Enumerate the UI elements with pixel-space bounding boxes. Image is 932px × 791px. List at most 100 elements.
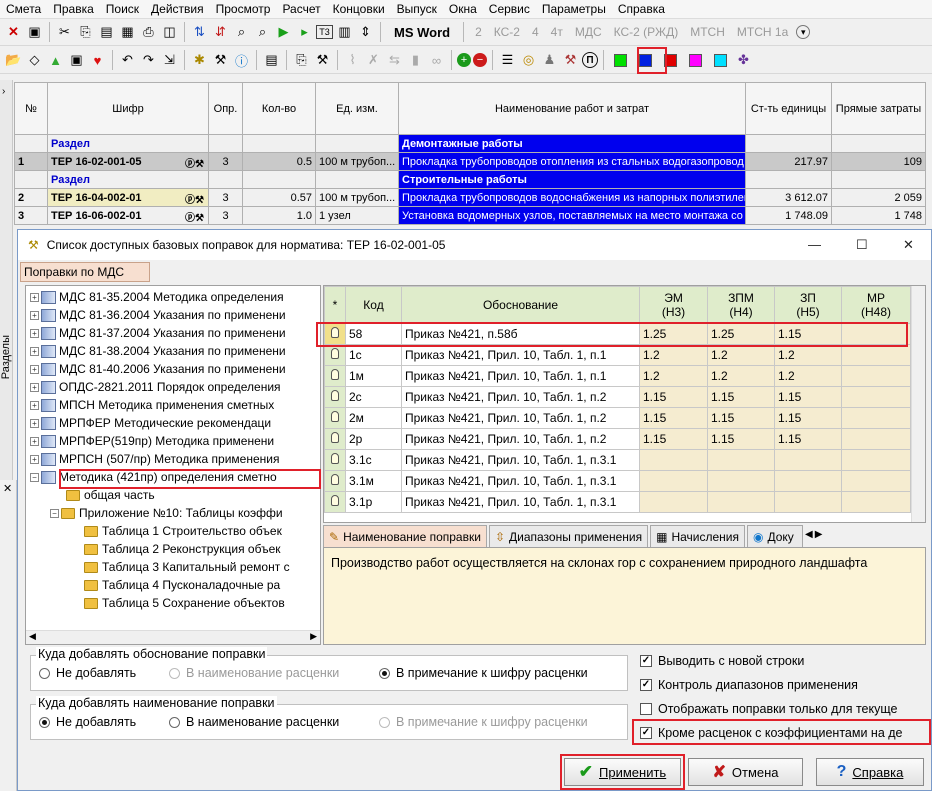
menu-item[interactable]: Расчет [276,2,326,16]
tree-hscrollbar[interactable]: ◀ ▶ [26,630,320,644]
tree-node[interactable]: + ОПДС-2821.2011 Порядок определения [30,380,281,394]
radio-option[interactable]: Не добавлять [39,666,136,680]
grid-row[interactable]: 3.1р Приказ №421, Прил. 10, Табл. 1, п.3… [324,491,911,513]
tree-node[interactable]: + МДС 81-40.2006 Указания по применени [30,362,286,376]
sort-reverse-icon[interactable]: ⇵ [211,23,230,42]
tab-docs[interactable]: ◉ Доку [747,525,803,547]
row-indicator[interactable] [324,386,346,408]
column-header[interactable]: Прямые затраты [831,82,926,135]
tree-node[interactable]: общая часть [66,488,155,502]
menu-item[interactable]: Концовки [327,2,391,16]
doc-gray-icon[interactable]: ▮ [406,51,425,70]
expand-icon[interactable]: + [30,346,39,356]
coins-icon[interactable]: ◎ [519,51,538,70]
sort-icon[interactable]: ⇅ [190,23,209,42]
help-button[interactable]: ? Справка [816,758,924,786]
updown-icon[interactable]: ⇕ [356,23,375,42]
column-header[interactable]: Ст-ть единицы [745,82,832,135]
expand-icon[interactable]: + [30,454,39,464]
tab-mds-corrections[interactable]: Поправки по МДС [20,262,150,282]
option-checkbox[interactable]: ✓ Контроль диапазонов применения [640,678,858,692]
checkbox[interactable]: ✓ [640,655,652,667]
expand-arrow-icon[interactable]: › [2,86,5,97]
cut-icon[interactable]: ✂ [55,23,74,42]
radio-button[interactable] [169,716,180,728]
expand-icon[interactable]: + [30,400,39,410]
tree-node[interactable]: + МДС 81-36.2004 Указания по применени [30,308,286,322]
t3-icon[interactable]: T3 [316,25,333,39]
radio-button[interactable] [169,667,180,679]
info-icon[interactable]: ⓘ [232,51,251,70]
swap-icon[interactable]: ⇆ [385,51,404,70]
collapse-icon[interactable]: − [30,472,39,482]
magic-icon[interactable]: ✱ [190,51,209,70]
undo-icon[interactable]: ↶ [118,51,137,70]
magenta-color-icon[interactable] [689,53,702,67]
row-indicator[interactable] [324,449,346,471]
minus-circle-icon[interactable]: − [473,53,487,67]
heart-icon[interactable]: ♥ [88,51,107,70]
add-resource-icon[interactable]: ▲ [46,51,65,70]
maximize-icon[interactable]: ☐ [856,237,868,253]
grid-vscrollbar[interactable] [911,286,925,522]
attach-icon[interactable]: ⌇ [343,51,362,70]
close-icon[interactable]: ✕ [903,237,914,253]
table-row[interactable]: 1 ТЕР 16-02-001-05 ⓟ⚒ 3 0.5 100 м трубоп.… [14,152,926,171]
report-button[interactable]: 4 [526,25,545,39]
expand-icon[interactable]: + [30,292,39,302]
grid-row[interactable]: 58 Приказ №421, п.58б 1.25 1.25 1.15 [324,323,911,345]
tab-ranges[interactable]: ⇳ Диапазоны применения [488,525,649,547]
plus-circle-icon[interactable]: + [457,53,471,67]
tree-node[interactable]: + МРПСН (507/пр) Методика применения [30,452,279,466]
expand-icon[interactable]: + [30,364,39,374]
collapse-icon[interactable]: − [50,508,59,518]
radio-option[interactable]: В примечание к шифру расценки [379,666,588,680]
scroll-left-icon[interactable]: ◀ [29,631,36,642]
column-header[interactable]: Наименование работ и затрат [398,82,746,135]
add-row-icon[interactable]: ▣ [67,51,86,70]
menu-item[interactable]: Параметры [536,2,612,16]
tree-node[interactable]: Таблица 2 Реконструкция объек [84,542,281,556]
expand-icon[interactable]: + [30,382,39,392]
table-row[interactable]: 2 ТЕР 16-04-002-01 ⓟ⚒ 3 0.57 100 м трубоп… [14,188,926,207]
grid-row[interactable]: 1м Приказ №421, Прил. 10, Табл. 1, п.1 1… [324,365,911,387]
tab-scroll-left-icon[interactable]: ◀ [805,529,813,547]
tab-scroll-right-icon[interactable]: ▶ [815,529,823,547]
radio-button[interactable] [379,716,390,728]
row-indicator[interactable] [324,428,346,450]
row-indicator[interactable] [324,491,346,513]
row-indicator[interactable] [324,344,346,366]
expand-icon[interactable]: + [30,418,39,428]
find-icon[interactable]: ⌕ [232,23,251,42]
menu-item[interactable]: Поиск [100,2,145,16]
report-button[interactable]: МТСН [684,25,731,39]
cyan-color-icon[interactable] [714,53,727,67]
column-header[interactable]: * [324,286,346,324]
p-circle-button[interactable]: П [582,52,598,68]
tree-node[interactable]: Таблица 4 Пусконаладочные ра [84,578,280,592]
close-icon[interactable]: ✕ [3,482,12,495]
expand-icon[interactable]: + [30,436,39,446]
apply-button[interactable]: ✔ Применить [564,758,681,786]
grid-row[interactable]: 2р Приказ №421, Прил. 10, Табл. 1, п.2 1… [324,428,911,450]
tree-node[interactable]: + МПСН Методика применения сметных [30,398,274,412]
copy-icon[interactable]: ⎘ [76,23,95,42]
column-header[interactable]: ЗПМ (Н4) [707,286,775,324]
menu-item[interactable]: Справка [612,2,671,16]
menu-item[interactable]: Смета [0,2,47,16]
scroll-right-icon[interactable]: ▶ [310,631,317,642]
option-checkbox[interactable]: Отображать поправки только для текуще [640,702,897,716]
menu-item[interactable]: Сервис [483,2,536,16]
row-indicator[interactable] [324,365,346,387]
minimize-icon[interactable]: — [808,237,821,252]
column-header[interactable]: Код [345,286,402,324]
cancel-button[interactable]: ✘ Отмена [688,758,803,786]
eraser-icon[interactable]: ◇ [25,51,44,70]
dropdown-icon[interactable]: ▾ [796,25,811,39]
paste-icon[interactable]: ▤ [97,23,116,42]
list-icon[interactable]: ☰ [498,51,517,70]
radio-option[interactable]: Не добавлять [39,715,136,729]
palette-icon[interactable]: ✤ [734,51,753,70]
menu-item[interactable]: Окна [443,2,483,16]
report-button[interactable]: МТСН 1а [731,25,794,39]
